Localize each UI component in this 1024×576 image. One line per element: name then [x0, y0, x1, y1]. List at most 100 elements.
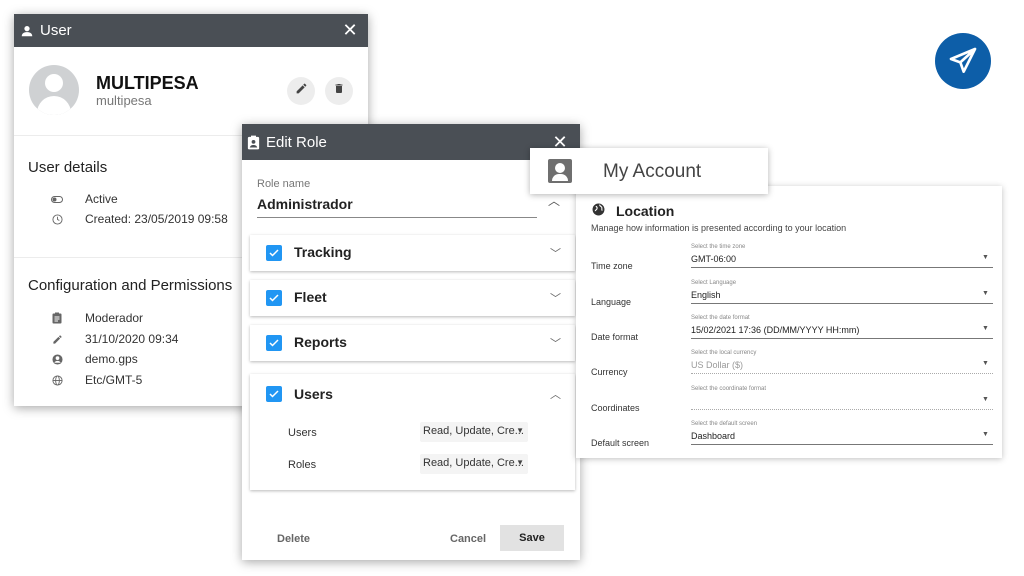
reports-checkbox[interactable] [266, 335, 282, 351]
role-name-input[interactable]: Administrador [257, 196, 353, 212]
sub-permission-label: Users [288, 427, 317, 439]
select-hint: Select the time zone [691, 244, 746, 250]
caret-down-icon: ▼ [982, 396, 989, 403]
chevron-up-icon[interactable]: ︿ [550, 386, 561, 402]
detail-row: Active [50, 192, 118, 206]
select-hint: Select the date format [691, 315, 750, 321]
row-label: Currency [591, 367, 628, 377]
clock-icon [50, 213, 64, 225]
caret-down-icon: ▼ [982, 431, 989, 438]
chevron-down-icon[interactable]: ﹀ [550, 335, 561, 351]
account-circle-icon [50, 353, 64, 365]
toggle-icon [50, 195, 64, 203]
language-select[interactable]: English [691, 290, 721, 300]
my-account-header: My Account [530, 148, 768, 194]
cancel-button[interactable]: Cancel [450, 533, 486, 545]
modified-text: 31/10/2020 09:34 [85, 332, 179, 346]
location-title: Location [616, 203, 675, 219]
chevron-down-icon[interactable]: ﹀ [550, 290, 561, 306]
detail-row: Created: 23/05/2019 09:58 [50, 212, 228, 226]
location-description: Manage how information is presented acco… [591, 223, 847, 233]
row-label: Time zone [591, 261, 633, 271]
permission-header[interactable]: Fleet ﹀ [250, 280, 575, 316]
row-label: Coordinates [591, 403, 640, 413]
permission-header[interactable]: Users ︿ [250, 374, 575, 414]
users-checkbox[interactable] [266, 386, 282, 402]
check-icon [269, 294, 279, 302]
sub-permission-row: Users Read, Update, Cre... ▼ [250, 418, 575, 450]
role-name-label: Role name [257, 178, 311, 190]
user-handle: multipesa [96, 93, 152, 108]
caret-down-icon: ▼ [516, 426, 524, 435]
config-row: Etc/GMT-5 [50, 373, 142, 387]
edit-role-title: Edit Role [266, 133, 327, 151]
save-button[interactable]: Save [500, 525, 564, 551]
avatar [29, 65, 79, 115]
caret-down-icon: ▼ [982, 254, 989, 261]
timezone-text: Etc/GMT-5 [85, 373, 143, 387]
status-text: Active [85, 192, 118, 206]
account-box-icon [548, 159, 572, 183]
config-row: Moderador [50, 311, 143, 325]
check-icon [269, 249, 279, 257]
fleet-checkbox[interactable] [266, 290, 282, 306]
user-profile: MULTIPESA multipesa [14, 14, 368, 136]
permission-users: Users ︿ Users Read, Update, Cre... ▼ Rol… [250, 374, 575, 490]
permission-header[interactable]: Reports ﹀ [250, 325, 575, 361]
my-account-title: My Account [603, 161, 702, 182]
row-label: Default screen [591, 438, 650, 448]
tracking-checkbox[interactable] [266, 245, 282, 261]
permission-label: Reports [294, 334, 347, 350]
sub-permission-row: Roles Read, Update, Cre... ▼ [250, 450, 575, 482]
config-row: 31/10/2020 09:34 [50, 332, 178, 346]
date-format-row[interactable]: Date format Select the date format 15/02… [576, 313, 1002, 347]
user-details-title: User details [28, 159, 108, 176]
select-hint: Select Language [691, 280, 737, 286]
created-text: Created: 23/05/2019 09:58 [85, 212, 228, 226]
roles-access-select[interactable]: Read, Update, Cre... ▼ [420, 454, 528, 474]
row-label: Language [591, 297, 632, 307]
chevron-down-icon[interactable]: ﹀ [550, 245, 561, 261]
globe-icon [50, 374, 64, 386]
language-row[interactable]: Language Select Language English ▼ [576, 278, 1002, 312]
permission-header[interactable]: Tracking ﹀ [250, 235, 575, 271]
permission-label: Users [294, 386, 333, 402]
location-panel: Location Manage how information is prese… [576, 186, 1002, 458]
config-row: demo.gps [50, 352, 138, 366]
caret-down-icon: ▼ [982, 360, 989, 367]
account-text: demo.gps [85, 352, 138, 366]
coordinates-row[interactable]: Coordinates Select the coordinate format… [576, 384, 1002, 418]
delete-user-button[interactable] [325, 77, 353, 105]
input-underline [257, 217, 537, 218]
date-format-select[interactable]: 15/02/2021 17:36 (DD/MM/YYYY HH:mm) [691, 325, 859, 335]
caret-down-icon: ▼ [982, 325, 989, 332]
check-icon [269, 390, 279, 398]
globe-icon [592, 203, 605, 221]
sub-permission-label: Roles [288, 459, 317, 471]
default-screen-select[interactable]: Dashboard [691, 431, 735, 441]
select-hint: Select the default screen [691, 421, 758, 427]
clipboard-icon [50, 312, 64, 324]
check-icon [269, 339, 279, 347]
timezone-row[interactable]: Time zone Select the time zone GMT-06:00… [576, 242, 1002, 276]
delete-button[interactable]: Delete [277, 533, 310, 545]
chevron-up-icon[interactable]: ︿ [548, 192, 560, 209]
row-label: Date format [591, 332, 639, 342]
navigation-arrow-icon [935, 33, 991, 89]
user-name: MULTIPESA [96, 73, 199, 93]
permission-reports: Reports ﹀ [250, 325, 575, 361]
role-text: Moderador [85, 311, 144, 325]
edit-user-button[interactable] [287, 77, 315, 105]
users-access-select[interactable]: Read, Update, Cre... ▼ [420, 422, 528, 442]
pencil-icon [295, 82, 308, 100]
permission-fleet: Fleet ﹀ [250, 280, 575, 316]
select-hint: Select the local currency [691, 350, 757, 356]
permission-label: Tracking [294, 244, 352, 260]
caret-down-icon: ▼ [982, 290, 989, 297]
currency-row[interactable]: Currency Select the local currency US Do… [576, 348, 1002, 382]
permission-tracking: Tracking ﹀ [250, 235, 575, 271]
timezone-select[interactable]: GMT-06:00 [691, 254, 736, 264]
currency-select[interactable]: US Dollar ($) [691, 360, 743, 370]
default-screen-row[interactable]: Default screen Select the default screen… [576, 419, 1002, 453]
trash-icon [333, 82, 345, 100]
